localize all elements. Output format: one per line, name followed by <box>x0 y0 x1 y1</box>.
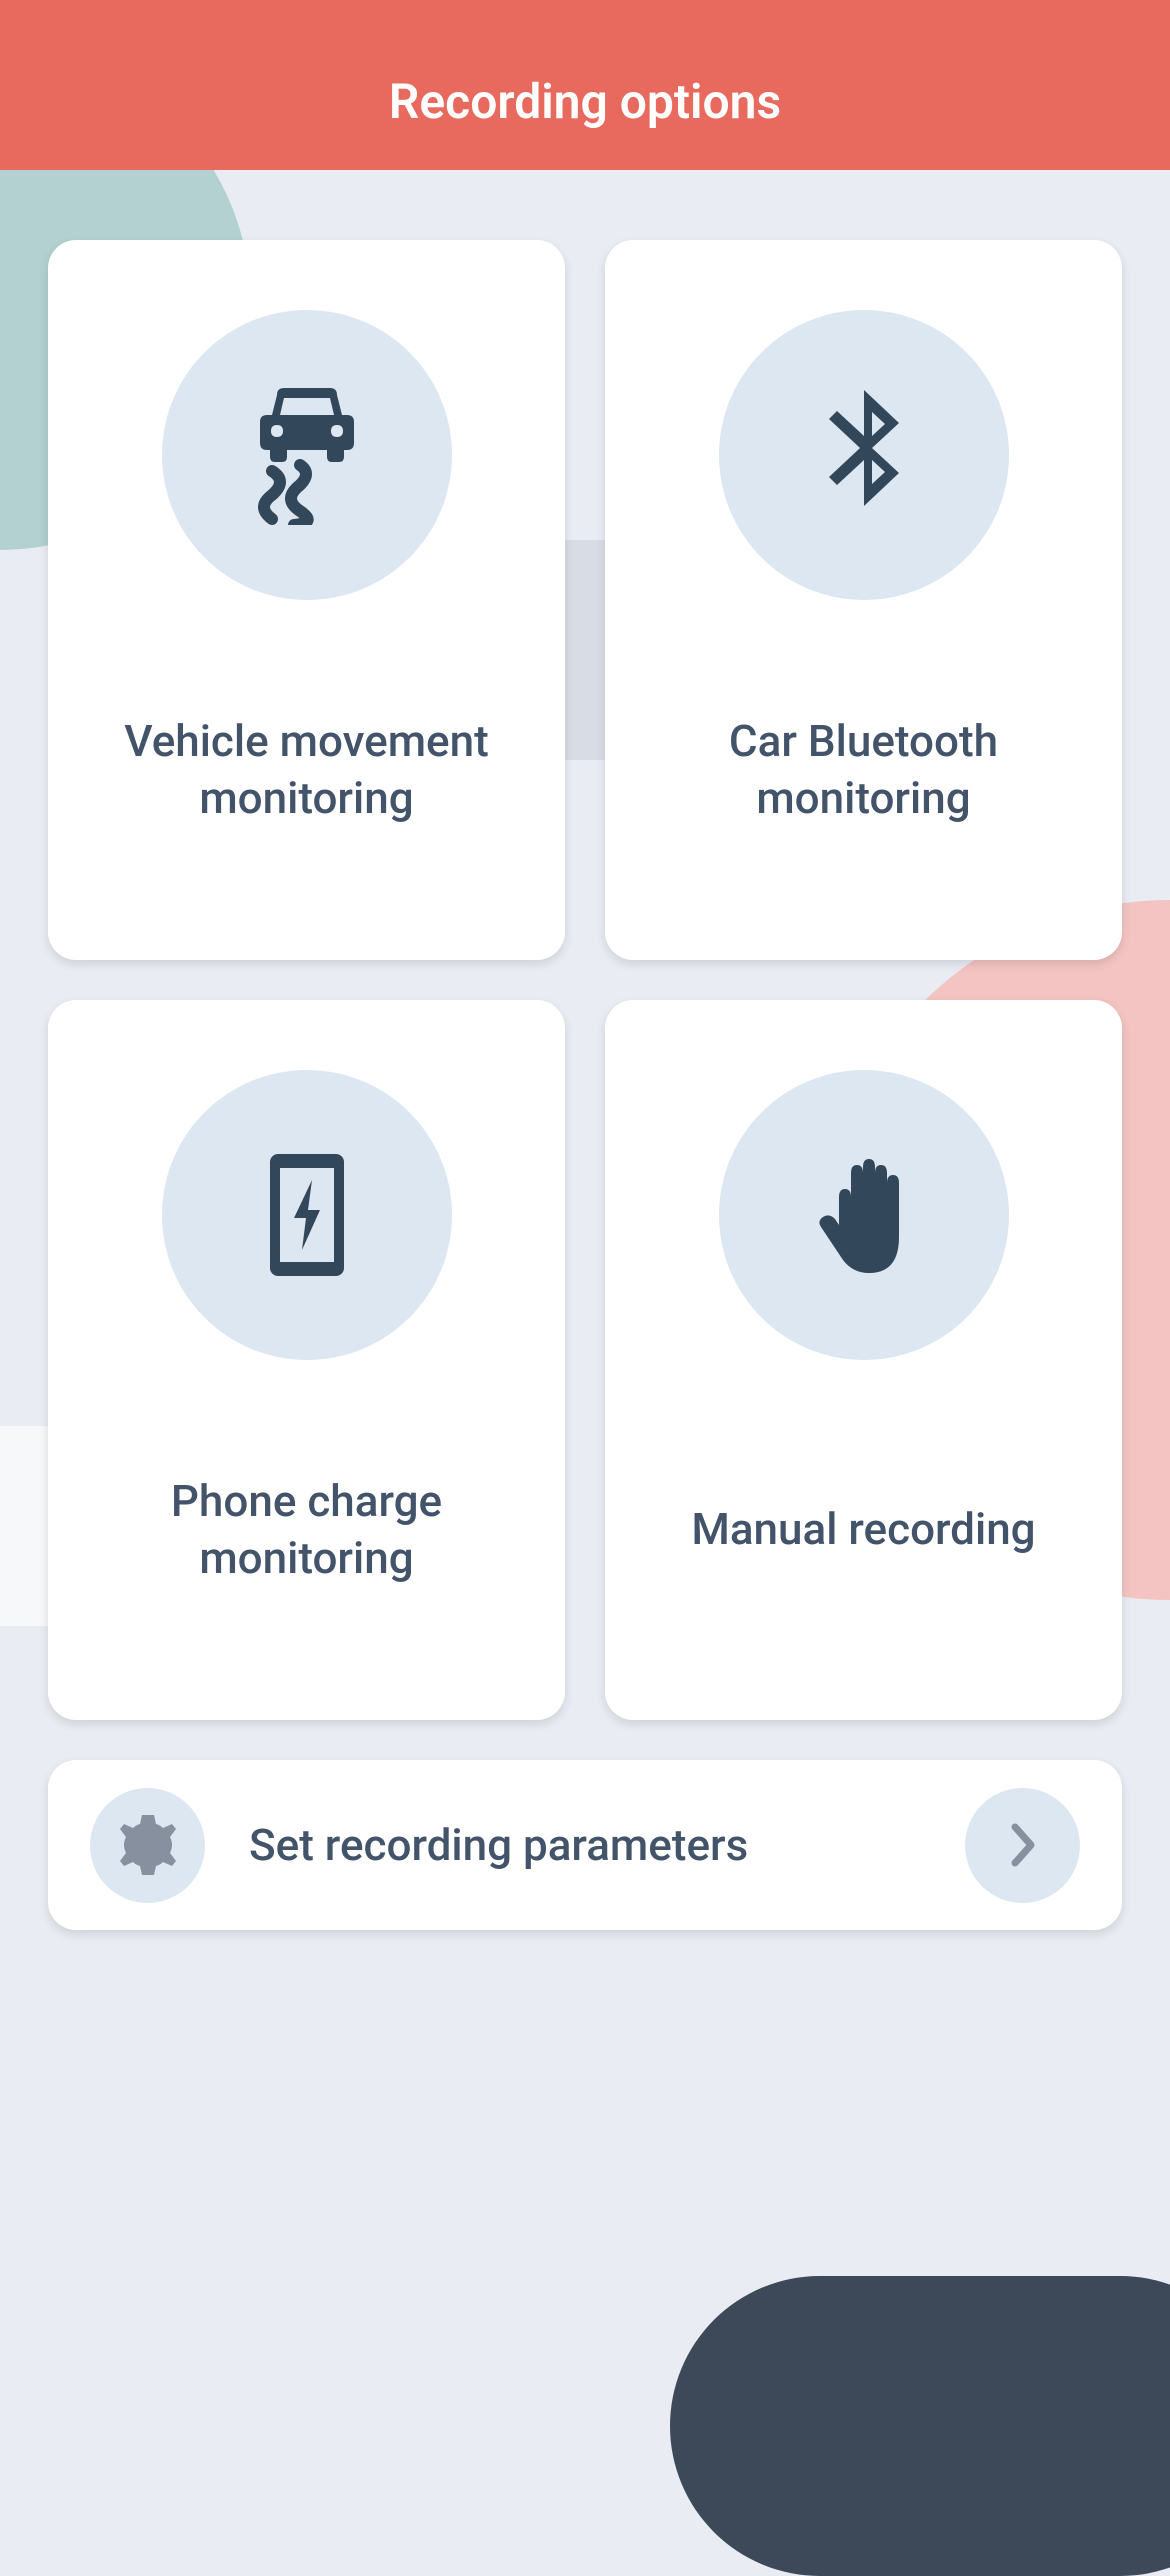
card-icon-circle <box>719 1070 1009 1360</box>
card-label: Car Bluetooth monitoring <box>605 713 1122 827</box>
set-parameters-row[interactable]: Set recording parameters <box>48 1760 1122 1930</box>
card-label: Vehicle movement monitoring <box>48 713 565 827</box>
settings-label: Set recording parameters <box>249 1819 965 1871</box>
option-card-vehicle-movement[interactable]: Vehicle movement monitoring <box>48 240 565 960</box>
card-label: Manual recording <box>661 1501 1065 1558</box>
chevron-circle <box>965 1788 1080 1903</box>
bluetooth-icon <box>814 390 914 520</box>
settings-icon-circle <box>90 1788 205 1903</box>
card-label: Phone charge monitoring <box>48 1473 565 1587</box>
hand-icon <box>809 1145 919 1285</box>
gear-icon <box>118 1815 178 1875</box>
option-card-bluetooth[interactable]: Car Bluetooth monitoring <box>605 240 1122 960</box>
phone-charge-icon <box>262 1150 352 1280</box>
card-icon-circle <box>719 310 1009 600</box>
decorative-blob <box>670 2276 1170 2576</box>
header-bar: Recording options <box>0 0 1170 170</box>
car-skid-icon <box>242 385 372 525</box>
content-area: Vehicle movement monitoring Car Bluetoot… <box>0 170 1170 1930</box>
option-card-manual[interactable]: Manual recording <box>605 1000 1122 1720</box>
card-icon-circle <box>162 310 452 600</box>
card-icon-circle <box>162 1070 452 1360</box>
option-card-phone-charge[interactable]: Phone charge monitoring <box>48 1000 565 1720</box>
chevron-right-icon <box>1009 1823 1037 1867</box>
options-grid: Vehicle movement monitoring Car Bluetoot… <box>48 240 1122 1720</box>
page-title: Recording options <box>389 73 781 130</box>
